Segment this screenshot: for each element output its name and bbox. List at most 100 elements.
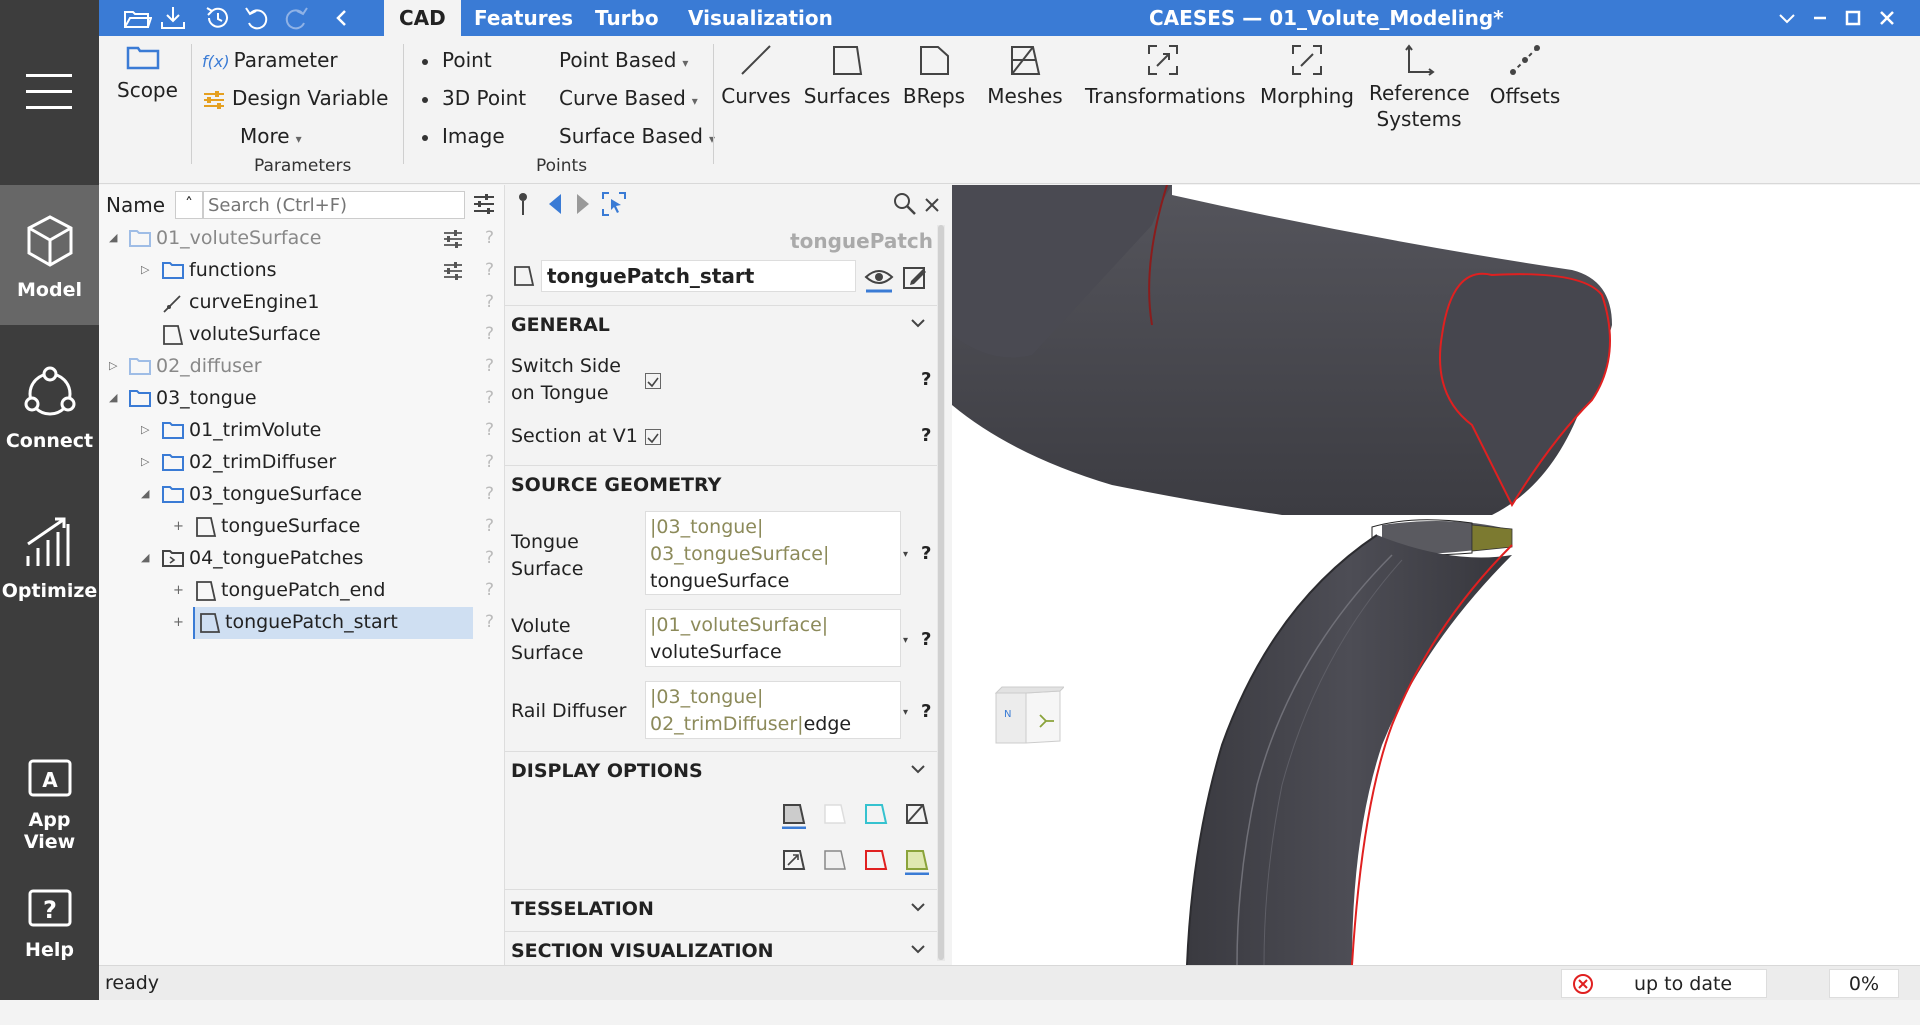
- chevron-down-icon[interactable]: [909, 314, 927, 332]
- 3d-point-button[interactable]: 3D Point: [422, 86, 526, 110]
- meshes-button[interactable]: Meshes: [987, 42, 1063, 108]
- filter-settings-icon[interactable]: [471, 191, 497, 217]
- update-state-indicator[interactable]: up to date: [1561, 969, 1767, 998]
- normals-display-icon[interactable]: [780, 847, 808, 875]
- scrollbar-thumb[interactable]: [938, 225, 944, 960]
- maximize-icon[interactable]: [1838, 4, 1868, 32]
- help-mark[interactable]: ?: [485, 452, 494, 472]
- curves-button[interactable]: Curves: [721, 42, 791, 108]
- help-mark[interactable]: ?: [921, 425, 931, 446]
- point-button[interactable]: Point: [422, 48, 492, 72]
- rail-diffuser-reference-field[interactable]: |03_tongue| 02_trimDiffuser|edge: [645, 681, 901, 739]
- tree-row[interactable]: ◢ 03_tongueSurface ?: [99, 479, 505, 511]
- cyan-surface-icon[interactable]: [862, 801, 890, 829]
- help-mark[interactable]: ?: [485, 388, 494, 408]
- expand-triangle-icon[interactable]: ▷: [141, 423, 149, 436]
- green-surface-icon[interactable]: [903, 847, 931, 875]
- help-mark[interactable]: ?: [485, 516, 494, 536]
- minimize-icon[interactable]: [1805, 4, 1835, 32]
- collapse-triangle-icon[interactable]: ◢: [109, 391, 117, 404]
- expand-triangle-icon[interactable]: ▷: [141, 455, 149, 468]
- red-edge-surface-icon[interactable]: [862, 847, 890, 875]
- nav-back-icon[interactable]: [545, 191, 565, 217]
- tree-row[interactable]: + tonguePatch_end ?: [99, 575, 505, 607]
- reference-dropdown-icon[interactable]: ▾: [903, 635, 908, 646]
- visibility-eye-icon[interactable]: [863, 261, 895, 293]
- expand-triangle-icon[interactable]: ▷: [141, 263, 149, 276]
- switch-side-checkbox[interactable]: [645, 373, 661, 389]
- nav-optimize[interactable]: Optimize: [0, 500, 99, 640]
- undo-icon[interactable]: [242, 4, 272, 32]
- plus-icon[interactable]: +: [173, 615, 184, 630]
- section-source-geometry[interactable]: SOURCE GEOMETRY: [505, 465, 943, 505]
- expand-triangle-icon[interactable]: ▷: [109, 359, 117, 372]
- image-button[interactable]: Image: [422, 124, 505, 148]
- collapse-triangle-icon[interactable]: ◢: [141, 487, 149, 500]
- breps-button[interactable]: BReps: [901, 42, 967, 108]
- reference-dropdown-icon[interactable]: ▾: [903, 707, 908, 718]
- surface-based-dropdown[interactable]: Surface Based ▾: [559, 124, 715, 148]
- help-mark[interactable]: ?: [485, 612, 494, 632]
- open-folder-icon[interactable]: [122, 4, 152, 32]
- help-mark[interactable]: ?: [921, 369, 931, 390]
- 3d-viewport[interactable]: N: [952, 185, 1920, 965]
- tree-row[interactable]: ◢ 01_voluteSurface ?: [99, 223, 505, 255]
- section-at-v1-checkbox[interactable]: [645, 429, 661, 445]
- help-mark[interactable]: ?: [921, 629, 931, 650]
- properties-scrollbar[interactable]: [937, 225, 945, 961]
- help-mark[interactable]: ?: [485, 228, 494, 248]
- help-mark[interactable]: ?: [485, 420, 494, 440]
- close-icon[interactable]: [1872, 4, 1902, 32]
- parameter-button[interactable]: f(x) Parameter: [202, 48, 338, 72]
- redo-icon[interactable]: [281, 4, 311, 32]
- nav-forward-icon[interactable]: [573, 191, 593, 217]
- plus-icon[interactable]: +: [173, 583, 184, 598]
- scope-button[interactable]: Scope: [117, 42, 178, 102]
- help-mark[interactable]: ?: [485, 292, 494, 312]
- collapse-triangle-icon[interactable]: ◢: [141, 551, 149, 564]
- plus-icon[interactable]: +: [173, 519, 184, 534]
- morphing-button[interactable]: Morphing: [1259, 42, 1355, 108]
- collapse-chevron-icon[interactable]: [1772, 4, 1802, 32]
- tree-row[interactable]: ◢ 03_tongue ?: [99, 383, 505, 415]
- tree-row[interactable]: ▷ 01_trimVolute ?: [99, 415, 505, 447]
- tree-row[interactable]: ▷ functions ?: [99, 255, 505, 287]
- chevron-down-icon[interactable]: [909, 940, 927, 958]
- tree-row[interactable]: ▷ 02_trimDiffuser ?: [99, 447, 505, 479]
- nav-help[interactable]: ? Help: [0, 885, 99, 1025]
- help-mark[interactable]: ?: [485, 548, 494, 568]
- curve-based-dropdown[interactable]: Curve Based ▾: [559, 86, 698, 110]
- tree-name-header[interactable]: Name: [106, 193, 165, 217]
- transformations-button[interactable]: Transformations: [1085, 42, 1245, 108]
- design-variable-button[interactable]: Design Variable: [202, 86, 388, 111]
- chevron-down-icon[interactable]: [909, 898, 927, 916]
- nav-app-view[interactable]: A App View: [0, 755, 99, 895]
- sort-chevron-up-icon[interactable]: ˄: [175, 191, 203, 219]
- grey-surface-icon[interactable]: [821, 847, 849, 875]
- back-chevron-icon[interactable]: [327, 4, 357, 32]
- select-in-viewport-icon[interactable]: [601, 191, 627, 217]
- tab-turbo[interactable]: Turbo: [580, 0, 674, 36]
- edit-icon[interactable]: [901, 263, 929, 291]
- sliders-icon[interactable]: [442, 228, 464, 250]
- help-mark[interactable]: ?: [485, 356, 494, 376]
- tree-row-selected[interactable]: + tonguePatch_start ?: [99, 607, 505, 639]
- object-name-field[interactable]: tonguePatch_start: [541, 260, 856, 292]
- tab-visualization[interactable]: Visualization: [673, 0, 848, 36]
- nav-connect[interactable]: Connect: [0, 350, 99, 490]
- tree-row[interactable]: ▷ 02_diffuser ?: [99, 351, 505, 383]
- search-icon[interactable]: [892, 191, 918, 217]
- section-general[interactable]: GENERAL: [505, 305, 943, 345]
- help-mark[interactable]: ?: [921, 701, 931, 722]
- help-mark[interactable]: ?: [485, 580, 494, 600]
- reference-systems-button[interactable]: Reference Systems: [1369, 42, 1470, 132]
- hamburger-menu-icon[interactable]: [26, 74, 72, 110]
- tree-row[interactable]: ◢ 04_tonguePatches ?: [99, 543, 505, 575]
- help-mark[interactable]: ?: [485, 260, 494, 280]
- section-tesselation[interactable]: TESSELATION: [505, 889, 943, 929]
- point-based-dropdown[interactable]: Point Based ▾: [559, 48, 688, 72]
- more-dropdown[interactable]: More ▾: [240, 124, 302, 148]
- tab-cad[interactable]: CAD: [384, 0, 461, 36]
- tab-features[interactable]: Features: [459, 0, 588, 36]
- save-download-icon[interactable]: [158, 4, 188, 32]
